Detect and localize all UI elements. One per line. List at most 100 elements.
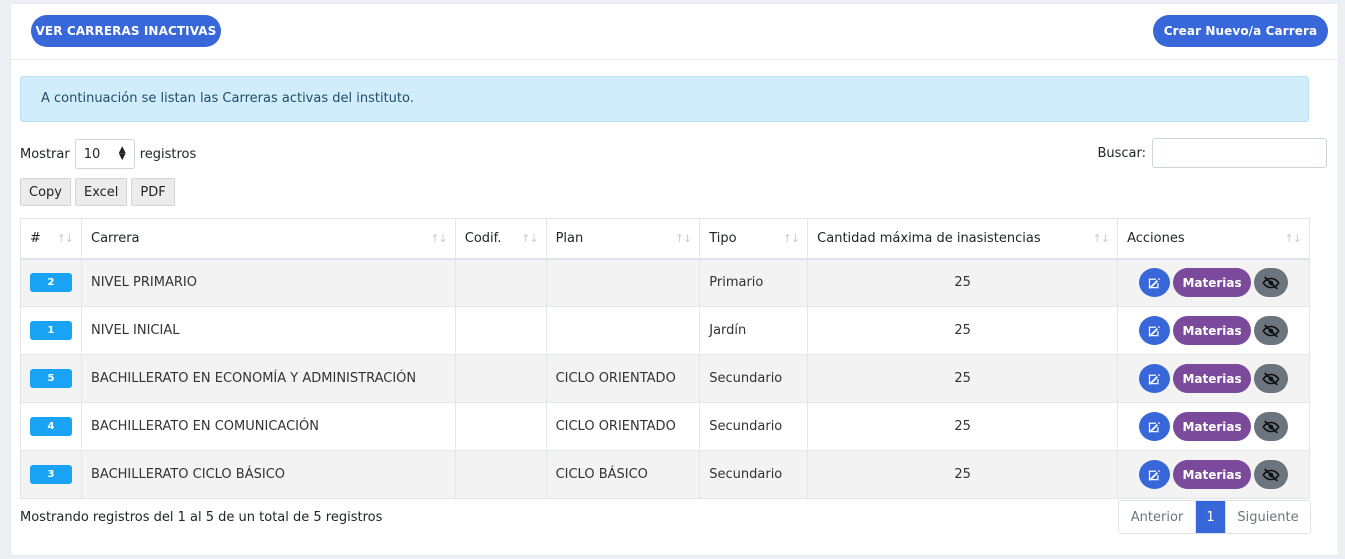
cell-id: 3 [20, 450, 82, 499]
search-label: Buscar: [1097, 145, 1146, 161]
sort-icon: ↑↓ [782, 232, 800, 245]
cell-tipo: Primario [699, 258, 809, 307]
column-header-plan[interactable]: Plan ↑↓ [545, 218, 701, 260]
deactivate-button[interactable] [1253, 316, 1288, 345]
pagination-previous[interactable]: Anterior [1119, 501, 1196, 533]
cell-carrera: BACHILLERATO EN COMUNICACIÓN [81, 402, 456, 451]
edit-button[interactable] [1139, 316, 1171, 345]
materias-button[interactable]: Materias [1173, 364, 1251, 393]
export-buttons: Copy Excel PDF [20, 178, 175, 206]
materias-button[interactable]: Materias [1173, 268, 1251, 298]
column-header-max-absences[interactable]: Cantidad máxima de inasistencias ↑↓ [807, 218, 1119, 260]
sort-icon: ↑↓ [56, 232, 74, 245]
cell-id: 2 [20, 258, 82, 307]
table-row: 2 NIVEL PRIMARIO Primario 25 Materias [20, 258, 1310, 307]
edit-icon [1148, 420, 1162, 434]
cell-plan: CICLO BÁSICO [545, 450, 701, 499]
pdf-button[interactable]: PDF [131, 178, 175, 206]
eye-slash-icon [1262, 371, 1280, 387]
edit-button[interactable] [1139, 364, 1171, 393]
sort-icon: ↑↓ [674, 232, 692, 245]
edit-button[interactable] [1139, 268, 1171, 298]
info-alert: A continuación se listan las Carreras ac… [20, 76, 1309, 122]
card-header: VER CARRERAS INACTIVAS Crear Nuevo/a Car… [11, 4, 1338, 60]
cell-codif [454, 354, 547, 403]
select-arrows-icon: ▲ ▼ [118, 145, 126, 162]
cell-actions: Materias [1117, 306, 1310, 355]
cell-id: 4 [20, 402, 82, 451]
table-row: 1 NIVEL INICIAL Jardín 25 Materias [20, 306, 1310, 355]
cell-actions: Materias [1117, 402, 1310, 451]
page-length-select[interactable]: 10 ▲ ▼ [74, 139, 135, 169]
cell-actions: Materias [1117, 450, 1310, 499]
cell-id: 5 [20, 354, 82, 403]
edit-icon [1148, 468, 1162, 482]
pagination-next[interactable]: Siguiente [1225, 501, 1310, 533]
column-header-codif[interactable]: Codif. ↑↓ [454, 218, 547, 260]
cell-tipo: Secundario [699, 354, 809, 403]
column-header-tipo[interactable]: Tipo ↑↓ [699, 218, 809, 260]
cell-plan [545, 306, 701, 355]
table-header-row: # ↑↓ Carrera ↑↓ Codif. ↑↓ Plan ↑↓ Tipo ↑↓ Can… [20, 218, 1310, 260]
cell-codif [454, 306, 547, 355]
excel-button[interactable]: Excel [74, 178, 128, 206]
cell-codif [454, 450, 547, 499]
view-inactive-careers-button[interactable]: VER CARRERAS INACTIVAS [31, 15, 221, 47]
page-length-value: 10 [83, 146, 101, 162]
edit-icon [1148, 372, 1162, 386]
length-prefix: Mostrar [20, 146, 70, 162]
table-info: Mostrando registros del 1 al 5 de un tot… [20, 510, 383, 525]
deactivate-button[interactable] [1253, 268, 1288, 298]
cell-plan: CICLO ORIENTADO [545, 354, 701, 403]
eye-slash-icon [1262, 467, 1280, 483]
cell-max-absences: 25 [807, 258, 1119, 307]
materias-button[interactable]: Materias [1173, 316, 1251, 345]
edit-icon [1148, 276, 1162, 290]
id-badge: 3 [30, 465, 72, 484]
cell-carrera: BACHILLERATO EN ECONOMÍA Y ADMINISTRACIÓ… [81, 354, 456, 403]
cell-codif [454, 402, 547, 451]
search-input[interactable] [1152, 138, 1327, 168]
cell-carrera: BACHILLERATO CICLO BÁSICO [81, 450, 456, 499]
id-badge: 1 [30, 321, 72, 340]
table-row: 5 BACHILLERATO EN ECONOMÍA Y ADMINISTRACI… [20, 354, 1310, 403]
cell-id: 1 [20, 306, 82, 355]
sort-icon: ↑↓ [430, 232, 447, 245]
column-header-actions[interactable]: Acciones ↑↓ [1117, 218, 1310, 260]
pagination-page-current[interactable]: 1 [1196, 501, 1225, 533]
column-header-id[interactable]: # ↑↓ [20, 218, 82, 260]
cell-max-absences: 25 [807, 450, 1119, 499]
sort-icon: ↑↓ [1092, 232, 1110, 245]
sort-icon: ↑↓ [1284, 232, 1302, 245]
materias-button[interactable]: Materias [1173, 460, 1251, 489]
length-suffix: registros [139, 146, 197, 162]
edit-button[interactable] [1139, 460, 1171, 489]
eye-slash-icon [1262, 323, 1280, 339]
deactivate-button[interactable] [1253, 460, 1288, 489]
cell-tipo: Secundario [699, 450, 809, 499]
id-badge: 2 [30, 273, 72, 293]
materias-button[interactable]: Materias [1173, 412, 1251, 441]
cell-codif [454, 258, 547, 307]
eye-slash-icon [1262, 419, 1280, 435]
column-header-carrera[interactable]: Carrera ↑↓ [81, 218, 456, 260]
edit-button[interactable] [1139, 412, 1171, 441]
copy-button[interactable]: Copy [20, 178, 71, 206]
deactivate-button[interactable] [1253, 412, 1288, 441]
cell-carrera: NIVEL PRIMARIO [81, 258, 456, 307]
sort-icon: ↑↓ [521, 232, 538, 245]
cell-plan: CICLO ORIENTADO [545, 402, 701, 451]
cell-plan [545, 258, 701, 307]
id-badge: 5 [30, 369, 72, 388]
deactivate-button[interactable] [1253, 364, 1288, 393]
cell-actions: Materias [1117, 354, 1310, 403]
cell-actions: Materias [1117, 258, 1310, 307]
cell-tipo: Jardín [699, 306, 809, 355]
create-career-button[interactable]: Crear Nuevo/a Carrera [1153, 15, 1328, 47]
cell-tipo: Secundario [699, 402, 809, 451]
cell-max-absences: 25 [807, 402, 1119, 451]
cell-max-absences: 25 [807, 306, 1119, 355]
table-row: 3 BACHILLERATO CICLO BÁSICO CICLO BÁSICO Se… [20, 450, 1310, 499]
table-row: 4 BACHILLERATO EN COMUNICACIÓN CICLO ORIEN… [20, 402, 1310, 451]
cell-carrera: NIVEL INICIAL [81, 306, 456, 355]
